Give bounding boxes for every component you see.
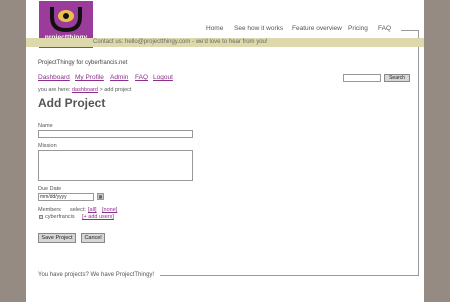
save-project-button[interactable]: Save Project — [38, 233, 76, 243]
page-title: Add Project — [38, 96, 106, 110]
usernav-my-profile[interactable]: My Profile — [75, 74, 104, 81]
topnav-home[interactable]: Home — [206, 25, 223, 32]
breadcrumb-current: add project — [104, 87, 132, 93]
topnav-faq[interactable]: FAQ — [378, 25, 391, 32]
topnav-features[interactable]: Feature overview — [292, 25, 342, 32]
topnav-pricing[interactable]: Pricing — [348, 25, 368, 32]
frame-line-top — [401, 30, 419, 31]
frame-line-bottom — [160, 275, 419, 276]
breadcrumb: you are here: dashboard > add project — [38, 87, 131, 93]
usernav-logout[interactable]: Logout — [153, 74, 173, 81]
due-date-label: Due Date — [38, 186, 62, 192]
member-name: cyberfrancis — [45, 214, 75, 220]
calendar-icon[interactable]: ▦ — [97, 193, 104, 200]
usernav-admin[interactable]: Admin — [110, 74, 128, 81]
frame-line-right — [418, 30, 419, 276]
site-title: ProjectThingy for cyberfrancis.net — [38, 60, 128, 66]
breadcrumb-dashboard-link[interactable]: dashboard — [72, 87, 98, 93]
due-date-input[interactable]: mm/dd/yyyy — [38, 193, 94, 201]
mission-label: Mission — [38, 143, 57, 149]
mission-textarea[interactable] — [38, 150, 193, 181]
members-label: Members — [38, 207, 61, 213]
breadcrumb-prefix: you are here: — [38, 87, 71, 93]
page-container: projectthingy Home See how it works Feat… — [26, 0, 424, 302]
usernav-faq[interactable]: FAQ — [135, 74, 148, 81]
add-users-link[interactable]: [+ add users] — [82, 214, 114, 220]
cancel-button[interactable]: Cancel — [81, 233, 105, 243]
usernav-dashboard[interactable]: Dashboard — [38, 74, 70, 81]
select-none-link[interactable]: [none] — [102, 207, 117, 213]
footer-text: You have projects? We have ProjectThingy… — [38, 272, 155, 278]
topnav-how-it-works[interactable]: See how it works — [234, 25, 283, 32]
name-label: Name — [38, 123, 53, 129]
logo-mark-icon — [50, 7, 82, 33]
contact-text: Contact us: hello@projectthingy.com - we… — [93, 39, 268, 45]
breadcrumb-separator: > — [99, 87, 103, 93]
contact-bar: Contact us: hello@projectthingy.com - we… — [26, 38, 424, 47]
name-input[interactable] — [38, 130, 193, 138]
select-all-link[interactable]: [all] — [88, 207, 97, 213]
search-button[interactable]: Search — [384, 74, 410, 82]
member-checkbox[interactable] — [39, 215, 43, 219]
search-input[interactable] — [343, 74, 381, 82]
members-select-label: select: — [70, 207, 86, 213]
